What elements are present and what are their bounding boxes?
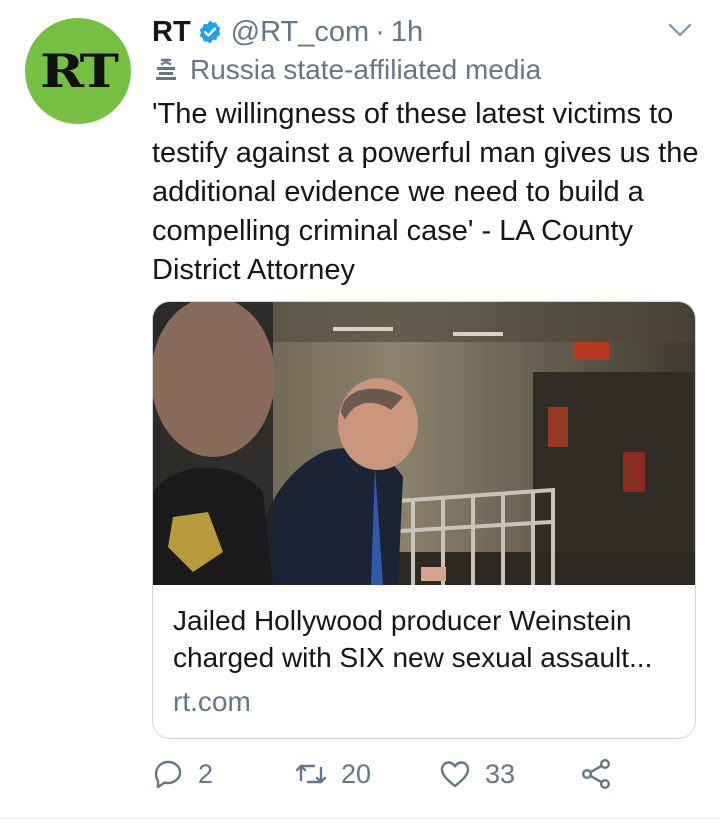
retweet-icon — [295, 764, 327, 784]
tweet-timestamp[interactable]: 1h — [391, 16, 423, 49]
reply-button[interactable]: 2 — [152, 758, 213, 790]
share-button[interactable] — [580, 758, 612, 790]
affiliation-text: Russia state-affiliated media — [190, 54, 542, 85]
account-name[interactable]: RT — [152, 16, 191, 49]
like-icon — [440, 761, 470, 788]
reply-icon — [154, 760, 182, 789]
share-icon — [582, 759, 611, 790]
tweet-text: 'The willingness of these latest victims… — [152, 98, 699, 286]
chevron-down-icon[interactable] — [667, 20, 693, 40]
flag-icon — [156, 58, 176, 80]
retweet-button[interactable]: 20 — [295, 758, 371, 790]
separator-dot: · — [375, 15, 385, 48]
reply-count: 2 — [198, 758, 214, 789]
card-image — [153, 302, 695, 585]
link-card[interactable]: Jailed Hollywood producer Weinstein char… — [152, 301, 696, 739]
state-affiliation-label[interactable]: Russia state-affiliated media — [152, 54, 541, 86]
avatar-logo-text: RT — [40, 44, 119, 98]
card-domain: rt.com — [173, 686, 251, 717]
tweet-actions: 2 20 33 — [152, 758, 712, 798]
avatar[interactable]: RT — [25, 18, 131, 124]
retweet-count: 20 — [341, 758, 372, 789]
card-title: Jailed Hollywood producer Weinstein char… — [173, 602, 678, 676]
tweet-header: RT @RT_com · 1h — [152, 14, 423, 50]
like-button[interactable]: 33 — [439, 758, 515, 790]
divider — [0, 818, 720, 819]
card-title-line: Jailed Hollywood producer Weinstein — [173, 605, 632, 636]
card-title-line: charged with SIX new sexual assault... — [173, 642, 653, 673]
like-count: 33 — [485, 758, 516, 789]
verified-badge-icon — [199, 20, 220, 44]
account-handle[interactable]: @RT_com — [231, 16, 370, 49]
